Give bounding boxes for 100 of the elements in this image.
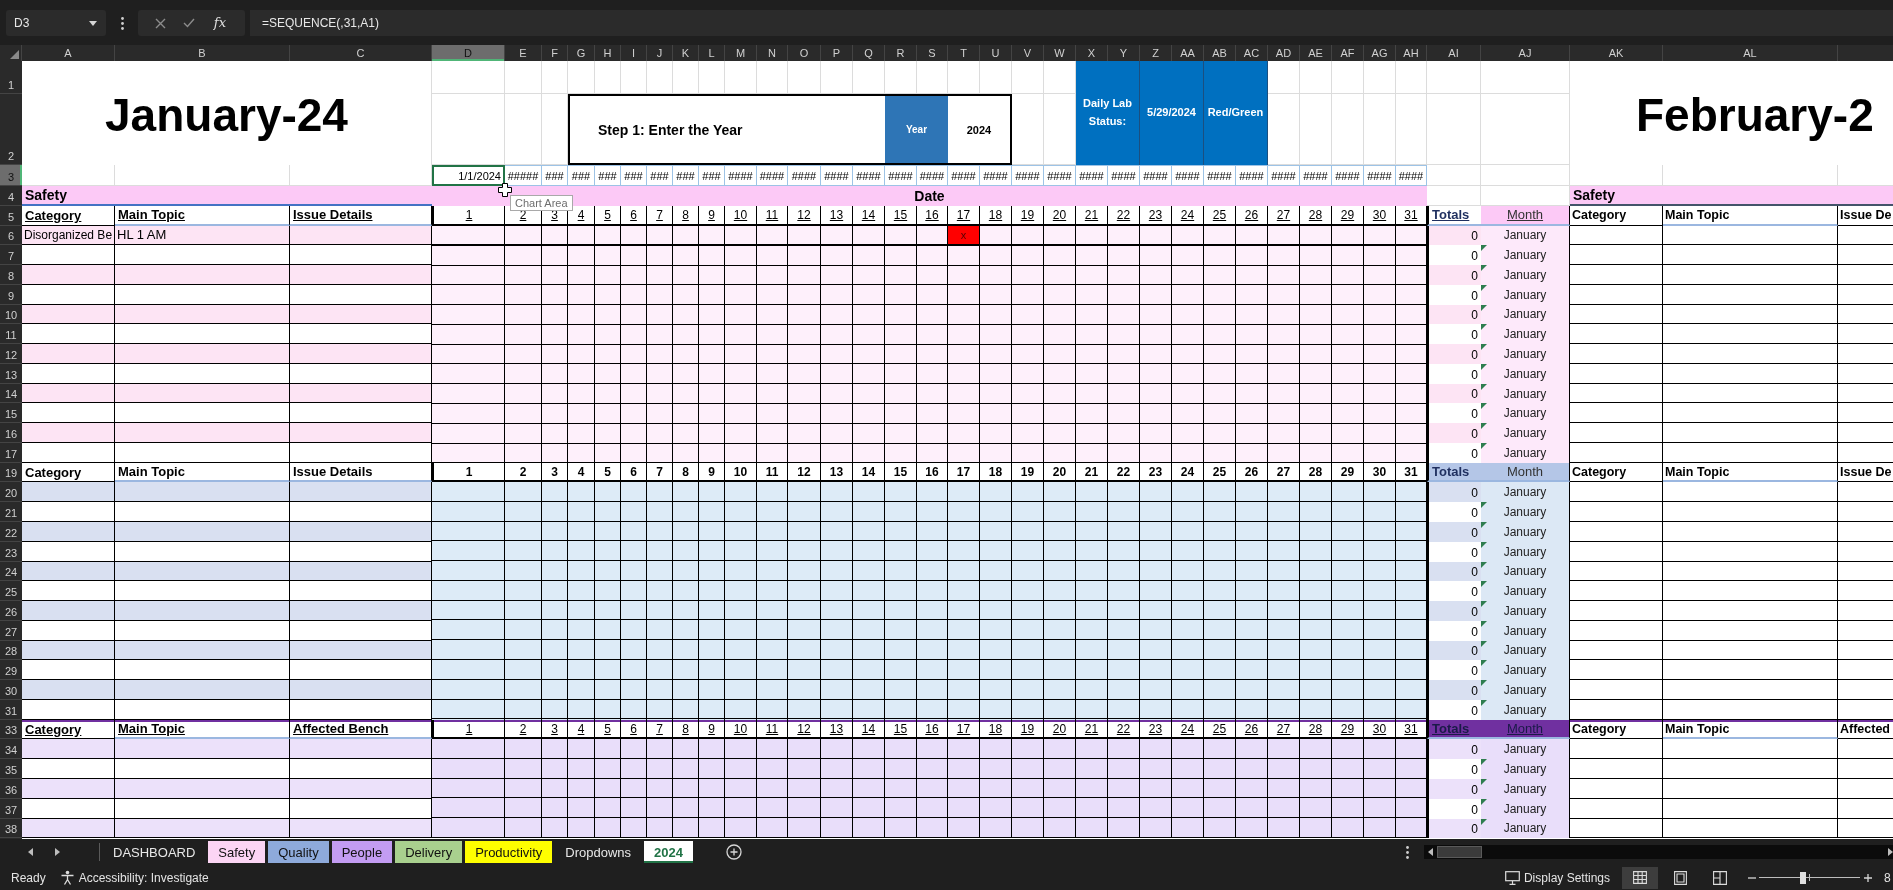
row-header[interactable]: 23 — [0, 541, 22, 562]
month-label: January — [1503, 544, 1547, 559]
row-header[interactable]: 1 — [0, 61, 22, 94]
year-value[interactable]: 2024 — [948, 94, 1012, 165]
insert-function-button[interactable]: fx — [211, 15, 228, 31]
empty-cell — [1012, 61, 1044, 94]
empty-cell — [1300, 94, 1332, 165]
month-label: January — [1503, 781, 1547, 796]
day-header: 4 — [568, 719, 595, 740]
sheet-tab[interactable]: 2024 — [644, 841, 694, 863]
more-options-icon[interactable] — [121, 17, 124, 30]
sheet-tab[interactable]: Productivity — [465, 841, 553, 863]
totals-header: Totals — [1427, 205, 1481, 226]
month-label: January — [1503, 801, 1547, 816]
accessibility-button[interactable]: Accessibility: Investigate — [59, 870, 209, 885]
month-label: January — [1503, 406, 1547, 421]
zoom-slider-thumb[interactable] — [1799, 871, 1806, 884]
check-icon[interactable] — [182, 18, 195, 28]
day-header: 21 — [1076, 719, 1108, 740]
horizontal-scrollbar[interactable] — [1424, 845, 1893, 859]
plus-icon[interactable] — [1864, 873, 1872, 882]
error-triangle-icon — [1481, 245, 1487, 252]
row-header[interactable]: 17 — [0, 442, 22, 463]
row-header[interactable]: 7 — [0, 245, 22, 266]
day-header: 17 — [948, 719, 980, 740]
row-header[interactable]: 5 — [0, 205, 22, 226]
minus-icon[interactable] — [1748, 876, 1756, 879]
month-label: January — [1503, 347, 1547, 361]
month-label: January — [1503, 603, 1547, 618]
month-label: January — [1503, 623, 1547, 638]
row-header[interactable]: 3 — [0, 165, 22, 186]
plus-cursor-icon — [498, 183, 512, 197]
scrollbar-thumb[interactable] — [1437, 846, 1482, 858]
totals-header: Totals — [1427, 719, 1481, 740]
column-header[interactable]: D — [432, 45, 505, 61]
day-header: 18 — [980, 719, 1012, 740]
error-triangle-icon — [1481, 522, 1487, 528]
row-header[interactable]: 11 — [0, 324, 22, 345]
month-label: January — [1503, 327, 1547, 342]
select-all-icon[interactable] — [10, 50, 19, 59]
row-header[interactable]: 25 — [0, 581, 22, 602]
row-header[interactable]: 31 — [0, 699, 22, 720]
empty-cell — [568, 61, 595, 94]
scroll-right-icon[interactable] — [1888, 848, 1893, 856]
sheet-tab[interactable]: Safety — [208, 841, 266, 863]
normal-view-button[interactable] — [1622, 866, 1658, 889]
empty-cell — [1427, 94, 1481, 165]
error-triangle-icon — [1481, 699, 1487, 706]
row-header[interactable]: 15 — [0, 403, 22, 424]
row-header[interactable]: 13 — [0, 363, 22, 384]
empty-cell — [788, 61, 821, 94]
formula-field[interactable]: =SEQUENCE(,31,A1) — [250, 10, 1893, 36]
row-header[interactable]: 27 — [0, 620, 22, 641]
topic-header: Main Topic — [1663, 205, 1838, 226]
plus-circle-icon[interactable] — [726, 844, 743, 860]
day-header: 2 — [505, 719, 542, 740]
row-header[interactable]: 21 — [0, 502, 22, 522]
empty-cell — [980, 61, 1012, 94]
category-header: Category — [1570, 719, 1663, 740]
scroll-left-icon[interactable] — [1428, 848, 1433, 856]
sheet-tab[interactable]: Delivery — [395, 841, 463, 863]
caret-left-icon[interactable] — [28, 848, 33, 856]
row-header[interactable]: 29 — [0, 660, 22, 681]
caret-down-icon[interactable] — [89, 20, 97, 26]
month-label: January — [1503, 485, 1547, 500]
sheet-tab[interactable]: People — [331, 841, 393, 863]
month-label: January — [1503, 524, 1547, 539]
month-label: January — [1503, 821, 1547, 836]
day-header: 5 — [595, 719, 621, 740]
empty-cell — [1332, 94, 1364, 165]
row-header[interactable]: 35 — [0, 759, 22, 779]
month-header: Month — [1481, 462, 1570, 483]
name-box[interactable]: D3 — [6, 10, 106, 36]
row-header[interactable]: 19 — [0, 462, 22, 483]
day-header: 13 — [821, 719, 853, 740]
error-triangle-icon — [1481, 324, 1487, 331]
empty-cell — [1427, 61, 1481, 94]
day-header: 7 — [647, 719, 673, 740]
total-cell: 0 — [1427, 383, 1481, 404]
row-header[interactable]: 37 — [0, 798, 22, 819]
empty-cell — [595, 61, 621, 94]
display-settings-button[interactable]: Display Settings — [1504, 870, 1610, 885]
caret-right-icon[interactable] — [55, 848, 60, 856]
empty-cell — [853, 61, 885, 94]
month-label: January — [1503, 683, 1547, 697]
total-cell: 0 — [1427, 344, 1481, 364]
empty-cell — [621, 61, 647, 94]
year-label: Year — [885, 94, 948, 165]
category-header: Category — [22, 205, 115, 226]
total-cell: 0 — [1427, 778, 1481, 799]
total-cell: 0 — [1427, 225, 1481, 246]
sheet-tab[interactable]: Quality — [268, 841, 329, 863]
empty-cell — [699, 61, 725, 94]
error-triangle-icon — [1481, 284, 1487, 291]
close-icon[interactable] — [154, 17, 166, 29]
category-header: Category — [22, 719, 115, 740]
row-header[interactable]: 9 — [0, 284, 22, 305]
month-label: January — [1503, 564, 1547, 579]
error-triangle-icon — [1481, 680, 1487, 687]
more-options-icon[interactable] — [1406, 845, 1409, 859]
